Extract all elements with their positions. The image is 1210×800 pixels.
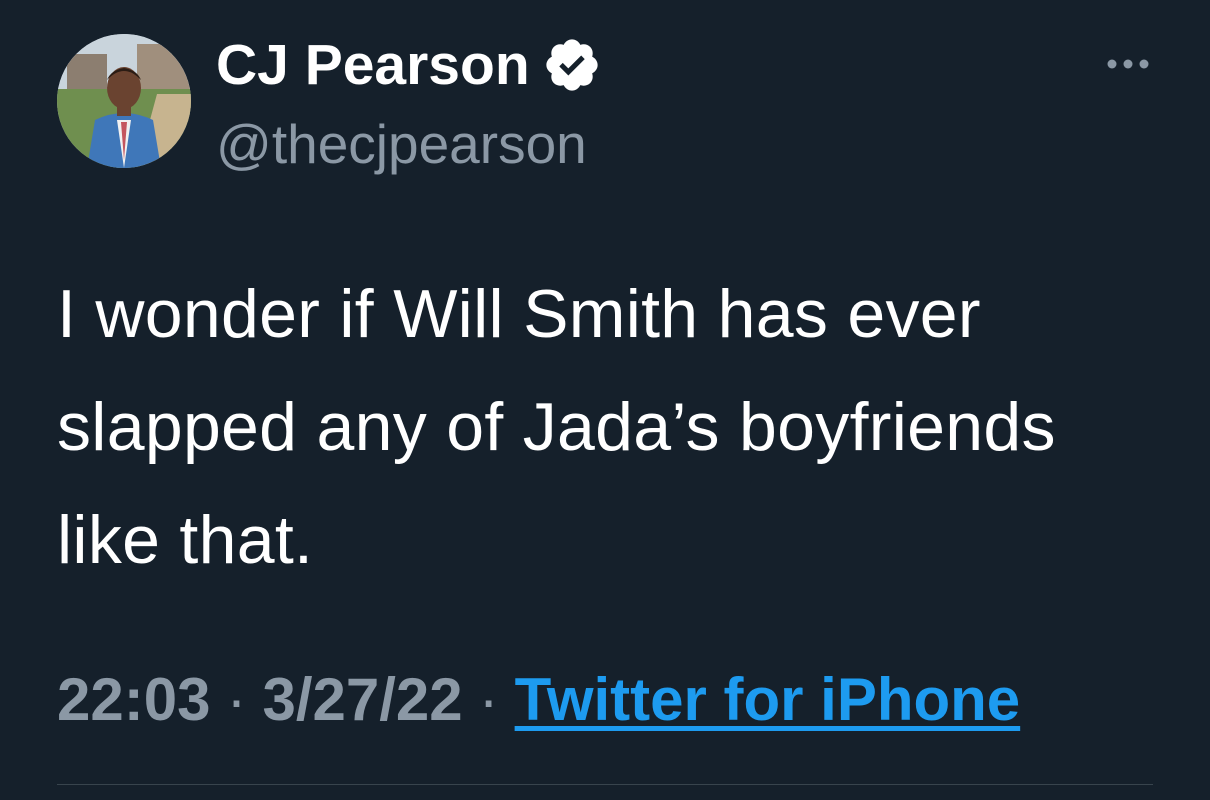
avatar[interactable] bbox=[57, 34, 191, 168]
more-horizontal-icon bbox=[1107, 59, 1149, 69]
tweet-time[interactable]: 22:03 bbox=[57, 666, 210, 733]
tweet-date[interactable]: 3/27/22 bbox=[262, 666, 462, 733]
more-options-button[interactable] bbox=[1104, 44, 1152, 84]
avatar-image bbox=[57, 34, 191, 168]
tweet-text: I wonder if Will Smith has ever slapped … bbox=[57, 276, 1056, 578]
divider bbox=[57, 784, 1153, 785]
author-display-name[interactable]: CJ Pearson bbox=[216, 32, 530, 98]
metadata-separator: · bbox=[226, 666, 247, 733]
author-handle[interactable]: @thecjpearson bbox=[216, 112, 587, 176]
tweet-metadata: 22:03 · 3/27/22 · Twitter for iPhone bbox=[57, 664, 1020, 736]
tweet-source-link[interactable]: Twitter for iPhone bbox=[515, 666, 1021, 733]
verified-badge-icon bbox=[542, 35, 602, 95]
metadata-separator: · bbox=[478, 666, 499, 733]
author-display-name-row[interactable]: CJ Pearson bbox=[216, 32, 602, 98]
